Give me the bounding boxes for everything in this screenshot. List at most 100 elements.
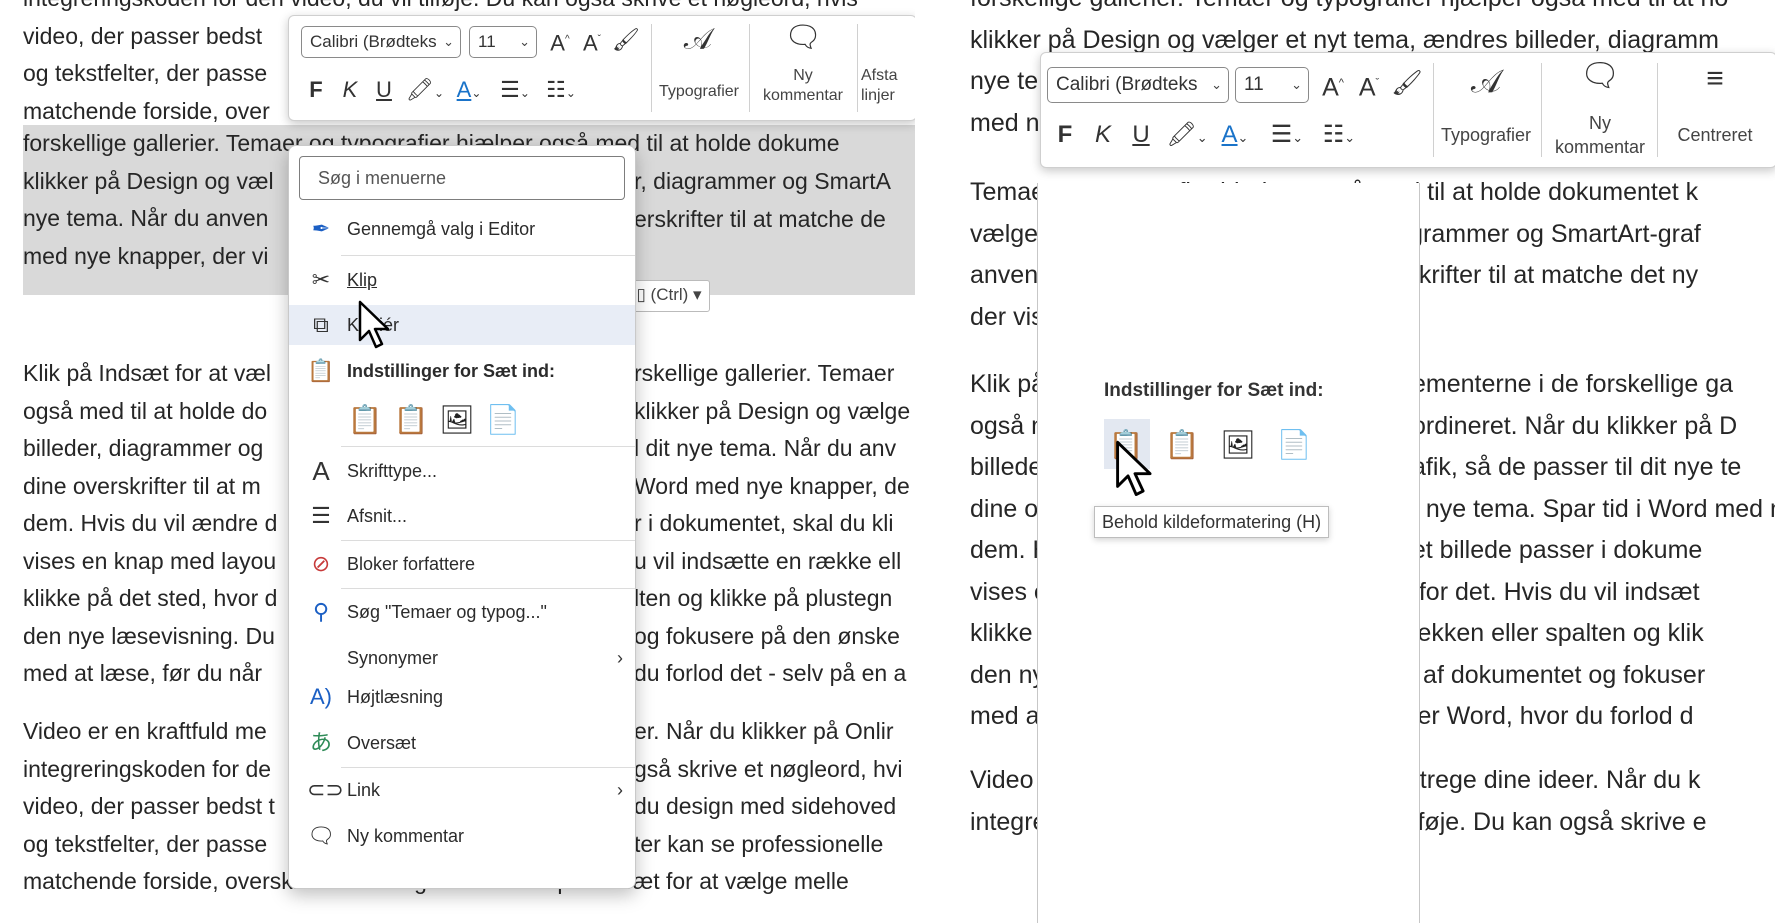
shrink-font-icon[interactable]: Aˇ: [1353, 69, 1385, 101]
styles-label[interactable]: Typografier: [1437, 125, 1535, 145]
text-fragments: ementerne i de forskellige ga ordineret.…: [1412, 364, 1775, 530]
new-comment-label-line1: Ny: [793, 67, 813, 84]
copy-icon: ⧉: [313, 312, 329, 337]
center-label[interactable]: Centreret: [1665, 125, 1765, 145]
font-size-value: 11: [1244, 74, 1264, 95]
chevron-right-icon: ›: [617, 780, 623, 800]
menu-item-synonyms[interactable]: Synonymer ›: [289, 638, 635, 678]
paste-icon: ▯: [636, 285, 646, 304]
menu-item-copy[interactable]: ⧉ Kopiér: [289, 305, 635, 345]
context-menu: Søg i menuerne ✒ Gennemgå valg i Editor …: [288, 145, 636, 889]
font-color-icon[interactable]: A⌄: [1213, 121, 1257, 152]
paste-keep-source-formatting-icon[interactable]: 📋: [347, 398, 383, 442]
menu-item-read-aloud[interactable]: A) Højtlæsning: [289, 677, 635, 717]
menu-item-cut[interactable]: ✂ Klip: [289, 260, 635, 300]
paste-merge-formatting-icon[interactable]: 📋: [393, 398, 429, 442]
menu-item-editor[interactable]: ✒ Gennemgå valg i Editor: [289, 209, 635, 249]
paste-options-title: Indstillinger for Sæt ind:: [1104, 380, 1324, 401]
format-painter-icon[interactable]: 🖌: [1391, 69, 1423, 97]
highlight-color-icon[interactable]: 🖍⌄: [405, 76, 445, 107]
read-aloud-icon: A): [310, 684, 332, 709]
font-name-value: Calibri (Brødteks: [1056, 74, 1198, 95]
menu-divider: [341, 446, 635, 447]
tooltip-keep-source-formatting: Behold kildeformatering (H): [1094, 506, 1330, 538]
center-align-icon[interactable]: ≡: [1665, 64, 1765, 94]
bold-button[interactable]: F: [303, 76, 329, 104]
shrink-font-icon[interactable]: Aˇ: [577, 26, 607, 57]
font-name-combo[interactable]: Calibri (Brødteks ⌄: [1047, 67, 1229, 103]
paste-options-ctrl-button[interactable]: ▯ (Ctrl) ▾: [628, 280, 710, 312]
chevron-down-icon: ⌄: [519, 34, 530, 49]
text-line: du design med sidehoved: [634, 793, 897, 819]
paste-options-popup: Indstillinger for Sæt ind: 📋 📋 🖼 📄: [1037, 183, 1420, 923]
bullets-icon[interactable]: ☰⌄: [493, 76, 537, 107]
menu-item-font[interactable]: A Skrifttype...: [289, 451, 635, 491]
paste-text-only-icon[interactable]: 📄: [1276, 423, 1312, 467]
text-line: lten og klikke på plustegn: [634, 585, 893, 611]
menu-item-label: Skrifttype...: [347, 461, 438, 481]
editor-pen-icon: ✒: [311, 216, 331, 241]
text-line: klikker på Design og vælge: [634, 397, 911, 424]
styles-icon[interactable]: 𝒜: [661, 25, 735, 55]
menu-item-link[interactable]: ⊂⊃ Link ›: [289, 770, 635, 810]
menu-item-label: Synonymer: [347, 648, 439, 668]
font-name-value: Calibri (Brødteks: [310, 32, 437, 51]
paste-picture-icon[interactable]: 🖼: [1220, 423, 1256, 467]
text-fragments: r, diagrammer og SmartA erskrifter til a…: [634, 163, 915, 238]
chevron-down-icon: ⌄: [1211, 77, 1222, 92]
new-comment-icon: 🗨: [307, 823, 335, 848]
chevron-down-icon: ⌄: [443, 34, 454, 49]
underline-button[interactable]: U: [371, 76, 397, 104]
highlight-color-icon[interactable]: 🖍⌄: [1165, 121, 1209, 152]
italic-button[interactable]: K: [337, 76, 363, 104]
grow-font-icon[interactable]: A^: [545, 26, 575, 57]
menu-item-label: Indstillinger for Sæt ind:: [347, 361, 555, 381]
font-name-combo[interactable]: Calibri (Brødteks ⌄: [301, 26, 461, 58]
separator: [749, 24, 750, 112]
text-line: ementerne i de forskellige ga: [1412, 370, 1734, 398]
left-document-view: integreringskoden for den video, du vil …: [0, 0, 915, 923]
numbering-icon[interactable]: ☷⌄: [1315, 121, 1363, 152]
numbering-icon[interactable]: ☷⌄: [539, 76, 583, 107]
styles-label[interactable]: Typografier: [657, 82, 741, 102]
text-line: rskellige gallerier. Temaer: [634, 360, 895, 386]
line-spacing-label-line1: Afsta: [861, 67, 898, 84]
font-size-value: 11: [478, 32, 496, 51]
chevron-right-icon: ›: [617, 648, 623, 668]
menu-search-input[interactable]: Søg i menuerne: [299, 156, 625, 200]
menu-item-translate[interactable]: あ Oversæt: [289, 723, 635, 763]
styles-icon[interactable]: 𝒜: [1441, 65, 1531, 97]
menu-item-block-authors[interactable]: ⊘ Bloker forfattere: [289, 544, 635, 584]
bullets-icon[interactable]: ☰⌄: [1263, 121, 1311, 152]
text-line: erskrifter til at matche de: [634, 205, 886, 232]
grow-font-icon[interactable]: A^: [1317, 69, 1349, 101]
new-comment-label[interactable]: Ny kommentar: [1547, 111, 1653, 159]
format-painter-icon[interactable]: 🖌: [611, 26, 641, 54]
menu-item-label: Oversæt: [347, 733, 417, 753]
text-line: og fokusere på den ønske: [634, 622, 900, 649]
paste-merge-formatting-icon[interactable]: 📋: [1164, 423, 1200, 467]
menu-item-search[interactable]: ⚲ Søg "Temaer og typog...": [289, 592, 635, 632]
text-line: u vil indsætte en række ell: [634, 547, 902, 574]
font-size-combo[interactable]: 11 ⌄: [1235, 67, 1309, 103]
text-line: afik, så de passer til dit nye te: [1412, 453, 1742, 481]
text-line: er. Når du klikker på Onlir: [634, 718, 894, 744]
link-icon: ⊂⊃: [307, 777, 344, 802]
font-color-icon[interactable]: A⌄: [449, 76, 489, 107]
menu-item-label: Højtlæsning: [347, 687, 444, 707]
scissors-icon: ✂: [311, 267, 331, 292]
separator: [857, 24, 858, 112]
paste-picture-icon[interactable]: 🖼: [439, 398, 475, 442]
new-comment-icon[interactable]: 🗨: [761, 23, 845, 53]
new-comment-label[interactable]: Ny kommentar: [755, 66, 851, 106]
new-comment-icon[interactable]: 🗨: [1557, 59, 1643, 91]
menu-item-paragraph[interactable]: ☰ Afsnit...: [289, 496, 635, 536]
menu-item-new-comment[interactable]: 🗨 Ny kommentar: [289, 816, 635, 856]
paste-text-only-icon[interactable]: 📄: [485, 398, 521, 442]
bold-button[interactable]: F: [1051, 121, 1079, 149]
line-spacing-label[interactable]: Afsta linjer: [861, 66, 915, 106]
italic-button[interactable]: K: [1089, 121, 1117, 149]
paragraph-icon: ☰: [311, 503, 331, 528]
font-size-combo[interactable]: 11 ⌄: [469, 26, 537, 58]
underline-button[interactable]: U: [1127, 121, 1155, 149]
